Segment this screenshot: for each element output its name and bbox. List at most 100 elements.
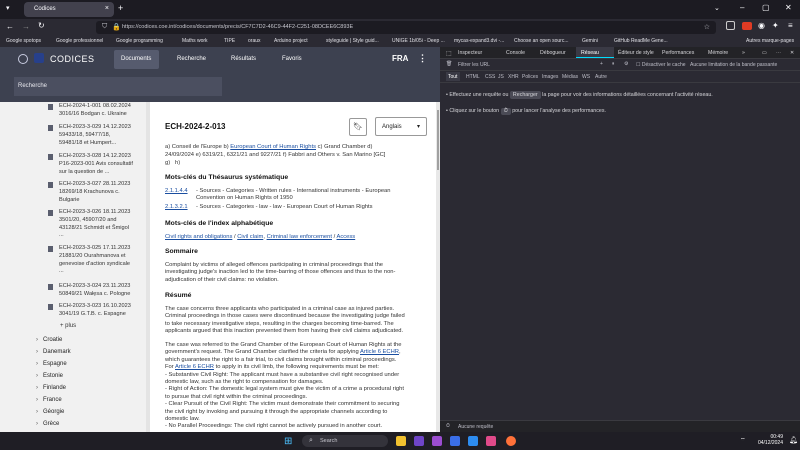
reload-button[interactable]: Recharger (509, 91, 541, 99)
reload-icon[interactable]: ↻ (38, 21, 45, 30)
puzzle-icon[interactable]: ✦ (772, 21, 779, 30)
bookmark-item[interactable]: styleguide | Style guid... (326, 38, 379, 44)
browser-tab[interactable]: Codices × (24, 2, 114, 17)
chevron-right-icon[interactable]: » (742, 50, 745, 56)
bookmark-item[interactable]: Maths work (182, 38, 208, 44)
file-explorer-icon[interactable] (396, 436, 406, 446)
app-logo[interactable]: CODICES (50, 54, 95, 64)
country-item[interactable]: › Finlande (36, 385, 66, 391)
bookmark-item[interactable]: oraux (248, 38, 261, 44)
thesaurus-code-link[interactable]: 2.1.1.4.4 (165, 188, 188, 194)
firefox-icon[interactable] (506, 436, 516, 446)
notification-icon[interactable]: 🔔︎ (789, 436, 798, 444)
maximize-icon[interactable]: ▢ (762, 3, 770, 12)
menu-icon[interactable]: ≡ (788, 21, 793, 30)
chevron-down-icon[interactable]: ⌄ (714, 4, 720, 12)
bookmark-item[interactable]: Google spotops (6, 38, 41, 44)
pick-element-icon[interactable]: ⬚ (446, 50, 452, 57)
court-link[interactable]: European Court of Human Rights (230, 144, 316, 150)
devtools-tab-debugger[interactable]: Débogueur (540, 50, 566, 56)
close-tab-icon[interactable]: × (105, 5, 109, 12)
taskbar-search[interactable]: ⌕ Search (302, 435, 388, 447)
type-filter[interactable]: JS (498, 74, 504, 80)
settings-icon[interactable]: ⚙︎ (624, 61, 628, 67)
keyword-link[interactable]: Access (337, 234, 356, 240)
bookmark-item[interactable]: TIPE (224, 38, 235, 44)
account-icon[interactable]: ◉ (758, 21, 765, 30)
devtools-tab-console[interactable]: Console (506, 50, 525, 56)
network-icon[interactable]: ⌔ (740, 436, 746, 444)
country-item[interactable]: › Grèce (36, 421, 59, 427)
type-filter[interactable]: Images (542, 74, 558, 80)
app-icon[interactable] (486, 436, 496, 446)
app-icon[interactable] (432, 436, 442, 446)
app-icon[interactable] (468, 436, 478, 446)
extensions-icon[interactable] (726, 21, 735, 30)
nav-resultats[interactable]: Résultats (231, 56, 256, 62)
stopwatch-icon[interactable]: ⏱︎ (500, 108, 511, 115)
type-filter[interactable]: CSS (485, 74, 495, 80)
bookmark-item[interactable]: UNIGE 1b/05i - Deep ... (392, 38, 445, 44)
bookmark-item[interactable]: Google professionnel (56, 38, 103, 44)
url-bar[interactable]: ⛉ 🔒 https://codices.coe.int/codices/docu… (96, 21, 716, 34)
trash-icon[interactable]: 🗑︎ (446, 61, 452, 67)
app-icon[interactable] (414, 436, 424, 446)
document-scrollbar-thumb[interactable] (437, 110, 439, 170)
minimize-icon[interactable]: – (740, 3, 744, 12)
country-item[interactable]: › Croatie (36, 337, 62, 343)
close-devtools-icon[interactable]: ✕ (790, 50, 794, 56)
type-filter[interactable]: Polices (522, 74, 538, 80)
extension-red-icon[interactable] (742, 22, 752, 30)
thesaurus-code-link[interactable]: 2.1.3.2.1 (165, 204, 188, 210)
type-filter[interactable]: HTML (466, 74, 480, 80)
devtools-tab-style-editor[interactable]: Éditeur de style (618, 50, 654, 56)
new-tab-icon[interactable]: + (118, 3, 123, 13)
bookmark-item[interactable]: Google programming (116, 38, 163, 44)
bookmark-item[interactable]: Autres marque-pages (746, 38, 794, 44)
bookmark-item[interactable]: Gemini (582, 38, 598, 44)
country-item[interactable]: › France (36, 397, 62, 403)
country-item[interactable]: › Estonie (36, 373, 63, 379)
devtools-tab-memory[interactable]: Mémoire (708, 50, 728, 56)
tab-list-icon[interactable]: ▾ (6, 4, 10, 12)
keyword-link[interactable]: Civil rights and obligations (165, 234, 232, 240)
windows-start-icon[interactable]: ⊞ (284, 436, 292, 447)
type-filter[interactable]: Médias (562, 74, 578, 80)
devtools-tab-performance[interactable]: Performances (662, 50, 694, 56)
type-filter[interactable]: Autre (595, 74, 607, 80)
type-filter[interactable]: WS (582, 74, 590, 80)
nav-documents[interactable]: Documents (121, 56, 151, 62)
throttle-select[interactable]: Aucune limitation de la bande passante (690, 62, 777, 68)
bookmark-item[interactable]: Choose an open sourc... (514, 38, 568, 44)
keyword-link[interactable]: Criminal law enforcement (267, 234, 332, 240)
devtools-tab-inspector[interactable]: Inspecteur (458, 50, 482, 56)
more-vert-icon[interactable]: ⋮ (418, 53, 427, 64)
nav-recherche[interactable]: Recherche (177, 56, 206, 62)
dock-icon[interactable]: ▭ (762, 50, 767, 56)
search-input[interactable]: Recherche (14, 77, 222, 96)
bookmark-item[interactable]: Arduino project (274, 38, 308, 44)
language-selector[interactable]: FRA (392, 54, 408, 63)
add-icon[interactable]: + (600, 61, 603, 67)
nav-favoris[interactable]: Favoris (282, 56, 302, 62)
app-icon[interactable] (450, 436, 460, 446)
forward-icon[interactable]: → (22, 22, 30, 31)
more-link[interactable]: + plus (60, 323, 76, 331)
filter-input[interactable]: Filtrer les URL (458, 62, 490, 68)
language-select[interactable]: Anglais ▾ (375, 117, 427, 136)
type-filter-all[interactable]: Tout (448, 74, 457, 80)
more-icon[interactable]: ⋯ (776, 50, 781, 56)
article-6-link[interactable]: Article 6 ECHR (175, 364, 214, 370)
pause-icon[interactable]: ⏸︎ (612, 61, 615, 67)
close-window-icon[interactable]: ✕ (785, 3, 792, 12)
bookmark-item[interactable]: mycas-expand3.dvi -... (454, 38, 504, 44)
article-6-link[interactable]: Article 6 ECHR (360, 349, 399, 355)
bookmark-item[interactable]: GitHub ReadMe Gene... (614, 38, 668, 44)
keyword-link[interactable]: Civil claim (237, 234, 263, 240)
devtools-tab-network[interactable]: Réseau (581, 50, 599, 56)
country-item[interactable]: › Géorgie (36, 409, 64, 415)
back-icon[interactable]: ← (6, 22, 14, 31)
disable-cache-checkbox[interactable]: ☐ Désactiver le cache (636, 62, 686, 68)
bookmark-icon[interactable]: 🔖︎ (349, 118, 367, 136)
country-item[interactable]: › Espagne (36, 361, 67, 367)
